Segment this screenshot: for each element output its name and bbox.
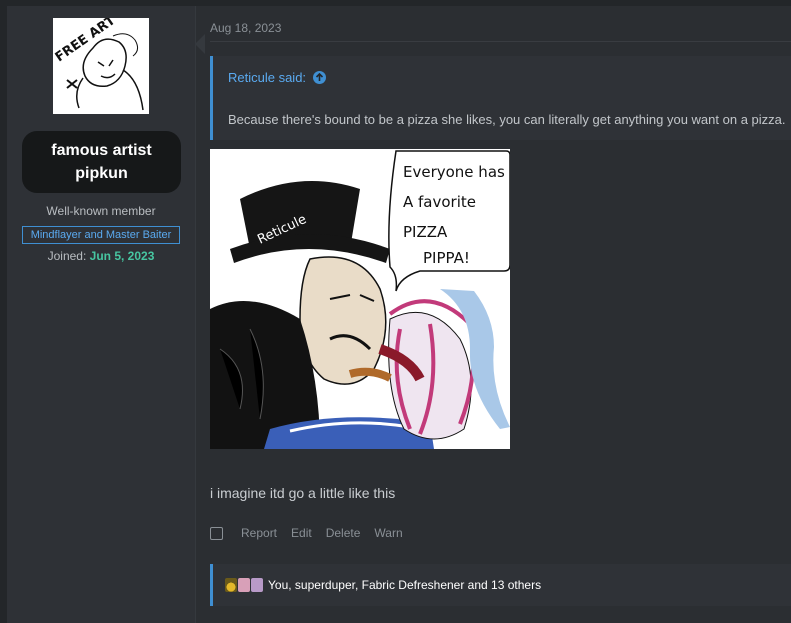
joined-info: Joined: Jun 5, 2023 xyxy=(7,249,195,263)
select-checkbox[interactable] xyxy=(210,526,223,540)
sidebar-arrow xyxy=(195,34,205,54)
speech-line: PIPPA! xyxy=(423,249,470,267)
user-banner: Mindflayer and Master Baiter xyxy=(22,226,180,244)
quote-block: Reticule said: Because there's bound to … xyxy=(210,56,791,140)
username[interactable]: famous artist pipkun xyxy=(47,139,157,185)
anime-face-icon[interactable] xyxy=(238,578,250,592)
reactions-text[interactable]: You, superduper, Fabric Defreshener and … xyxy=(268,578,541,592)
speech-line: PIZZA xyxy=(403,223,448,241)
reactions-bar[interactable]: You, superduper, Fabric Defreshener and … xyxy=(210,564,791,606)
username-box[interactable]: famous artist pipkun xyxy=(22,131,181,193)
user-sidebar: FREE ART famous artist pipkun Well-known… xyxy=(7,6,196,623)
post-actions: Report Edit Delete Warn xyxy=(210,526,417,540)
reaction-icons[interactable] xyxy=(225,578,264,592)
quote-author[interactable]: Reticule said: xyxy=(228,70,306,85)
medal-icon[interactable] xyxy=(225,578,237,592)
anime-girl-icon[interactable] xyxy=(251,578,263,592)
divider xyxy=(210,41,791,42)
quote-text: Because there's bound to be a pizza she … xyxy=(228,112,786,127)
post-date[interactable]: Aug 18, 2023 xyxy=(210,21,281,35)
joined-date: Jun 5, 2023 xyxy=(89,249,155,263)
pizza-drawing: Reticule Everyone has A favorite PIZZA P… xyxy=(210,149,510,449)
quote-header[interactable]: Reticule said: xyxy=(228,70,327,85)
warn-link[interactable]: Warn xyxy=(374,526,402,540)
joined-label: Joined: xyxy=(47,249,87,263)
post-body: i imagine itd go a little like this xyxy=(210,485,396,501)
message-post: FREE ART famous artist pipkun Well-known… xyxy=(7,6,791,623)
arrow-up-circle-icon[interactable] xyxy=(313,71,327,84)
user-title: Well-known member xyxy=(46,204,156,218)
post-image[interactable]: Reticule Everyone has A favorite PIZZA P… xyxy=(210,149,510,449)
edit-link[interactable]: Edit xyxy=(291,526,312,540)
avatar-drawing: FREE ART xyxy=(53,18,149,114)
speech-line: A favorite xyxy=(403,193,476,211)
report-link[interactable]: Report xyxy=(241,526,277,540)
delete-link[interactable]: Delete xyxy=(326,526,361,540)
speech-line: Everyone has xyxy=(403,163,505,181)
avatar[interactable]: FREE ART xyxy=(53,18,149,114)
